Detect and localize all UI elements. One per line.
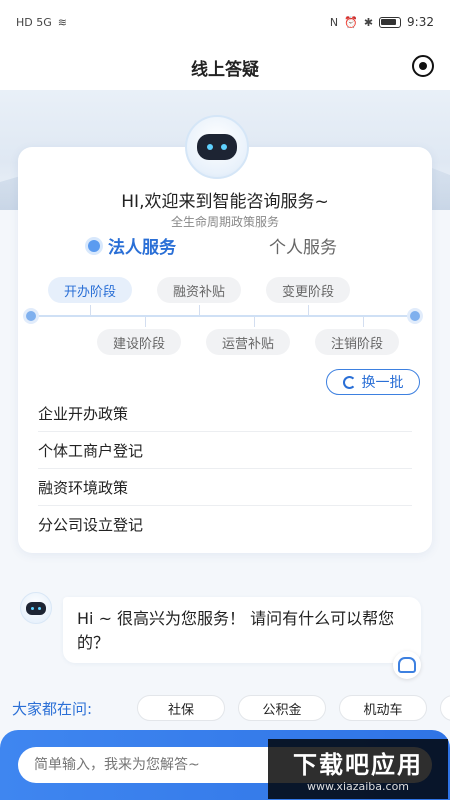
status-right: N ⏰ ✱ 9:32 xyxy=(330,15,434,29)
stage-pill-construction[interactable]: 建设阶段 xyxy=(97,329,181,355)
network-indicator: HD 5G xyxy=(16,15,52,29)
bot-eye xyxy=(38,606,41,610)
stage-pill-financing[interactable]: 融资补贴 xyxy=(157,277,241,303)
refresh-icon xyxy=(342,375,356,389)
timeline-tick xyxy=(199,305,200,315)
watermark-text: 下载吧应用 xyxy=(293,751,423,779)
active-dot-icon xyxy=(88,239,100,252)
human-agent-icon[interactable] xyxy=(393,651,421,679)
hot-chip-vehicle[interactable]: 机动车 xyxy=(339,695,427,721)
tab-legal-label: 法人服务 xyxy=(108,238,176,258)
timeline-tick xyxy=(308,305,309,315)
timeline-end-dot xyxy=(410,311,420,321)
welcome-title: HI,欢迎来到智能咨询服务~ xyxy=(121,192,329,212)
chat-message: Hi ~ 很高兴为您服务！ 请问有什么可以帮您的？ xyxy=(63,597,421,663)
robot-face xyxy=(197,134,237,160)
welcome-subtitle: 全生命周期政策服务 xyxy=(170,215,279,229)
status-bar: HD 5G ≋ N ⏰ ✱ 9:32 xyxy=(0,0,450,44)
wifi-icon: ≋ xyxy=(57,15,67,29)
stage-pill-cancellation[interactable]: 注销阶段 xyxy=(315,329,399,355)
list-item[interactable]: 企业开办政策 xyxy=(38,395,412,432)
service-tabs: 法人服务 个人服务 xyxy=(18,233,432,261)
robot-eye xyxy=(221,144,227,150)
policy-list: 企业开办政策 个体工商户登记 融资环境政策 分公司设立登记 xyxy=(38,395,412,543)
status-left: HD 5G ≋ xyxy=(16,16,67,29)
hot-chip-social-security[interactable]: 社保 xyxy=(137,695,225,721)
refresh-button[interactable]: 换一批 xyxy=(326,369,420,395)
record-icon[interactable] xyxy=(412,55,434,77)
watermark-logo: 下载吧应用 www.xiazaiba.com xyxy=(268,739,448,799)
timeline-tick xyxy=(145,317,146,327)
stage-timeline xyxy=(26,305,420,327)
list-item[interactable]: 个体工商户登记 xyxy=(38,432,412,469)
policy-card: HI,欢迎来到智能咨询服务~ 全生命周期政策服务 法人服务 个人服务 开办阶段 … xyxy=(18,147,432,553)
alarm-icon: ⏰ xyxy=(344,15,358,29)
robot-avatar xyxy=(185,115,249,179)
list-item[interactable]: 融资环境政策 xyxy=(38,469,412,506)
timeline-tick xyxy=(363,317,364,327)
bluetooth-icon: ✱ xyxy=(363,15,374,29)
stage-pill-change[interactable]: 变更阶段 xyxy=(266,277,350,303)
nfc-icon: N xyxy=(329,15,339,29)
stage-pill-operation[interactable]: 运营补贴 xyxy=(206,329,290,355)
page-title: 线上答疑 xyxy=(191,59,259,80)
stage-pill-startup[interactable]: 开办阶段 xyxy=(48,277,132,303)
list-item[interactable]: 分公司设立登记 xyxy=(38,506,412,543)
hot-questions-label: 大家都在问: xyxy=(12,700,93,718)
tab-legal-service[interactable]: 法人服务 xyxy=(88,233,176,258)
refresh-label: 换一批 xyxy=(361,375,404,391)
battery-icon xyxy=(379,16,402,28)
robot-eye xyxy=(207,144,213,150)
bot-face xyxy=(26,601,46,615)
status-time: 9:32 xyxy=(407,15,434,29)
hot-chip-housing-fund[interactable]: 公积金 xyxy=(238,695,326,721)
bot-avatar xyxy=(20,592,52,624)
tab-personal-service[interactable]: 个人服务 xyxy=(269,233,337,258)
timeline-tick xyxy=(254,317,255,327)
timeline-tick xyxy=(90,305,91,315)
timeline-start-dot xyxy=(26,311,36,321)
hot-chip-more[interactable] xyxy=(440,695,450,721)
bot-eye xyxy=(31,606,34,610)
app-header: 线上答疑 xyxy=(0,44,450,90)
watermark-url: www.xiazaiba.com xyxy=(306,780,410,793)
